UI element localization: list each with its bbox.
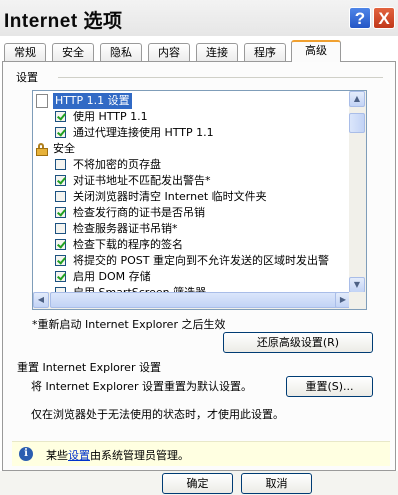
- tab-strip: 常规 安全 隐私 内容 连接 程序 高级: [0, 40, 398, 62]
- list-item-label: 启用 DOM 存储: [73, 270, 151, 283]
- tab-security[interactable]: 安全: [52, 43, 94, 61]
- checkbox[interactable]: [55, 127, 66, 138]
- scroll-left-icon[interactable]: ◀: [33, 292, 49, 308]
- checkbox[interactable]: [55, 111, 66, 122]
- list-item-label: 使用 HTTP 1.1: [73, 110, 148, 123]
- list-item[interactable]: 通过代理连接使用 HTTP 1.1: [33, 125, 349, 141]
- list-item-label: 将提交的 POST 重定向到不允许发送的区域时发出警: [73, 254, 329, 267]
- vertical-scrollbar[interactable]: ▲ ▼: [349, 91, 366, 293]
- checkbox[interactable]: [55, 159, 66, 170]
- title-bar: Internet 选项 ? X: [0, 0, 398, 36]
- settings-tree[interactable]: HTTP 1.1 设置 使用 HTTP 1.1 通过代理连接使用 HTTP 1.…: [32, 90, 367, 310]
- tree-header-http[interactable]: HTTP 1.1 设置: [33, 93, 349, 109]
- list-item[interactable]: 不将加密的页存盘: [33, 157, 349, 173]
- settings-group-label: 设置: [16, 69, 42, 85]
- list-item-label: 检查下载的程序的签名: [73, 238, 183, 251]
- checkbox[interactable]: [55, 255, 66, 266]
- tab-programs[interactable]: 程序: [244, 43, 286, 61]
- tree-header-security[interactable]: 安全: [33, 141, 349, 157]
- horizontal-scroll-thumb[interactable]: [50, 292, 340, 308]
- reset-heading: 重置 Internet Explorer 设置: [17, 361, 161, 374]
- list-item[interactable]: 对证书地址不匹配发出警告*: [33, 173, 349, 189]
- list-item-label: 关闭浏览器时清空 Internet 临时文件夹: [73, 190, 267, 203]
- vertical-scroll-thumb[interactable]: [349, 113, 365, 133]
- cancel-button[interactable]: 取消: [241, 473, 312, 494]
- info-bar: i 某些设置由系统管理员管理。: [12, 441, 390, 466]
- checkbox[interactable]: [55, 271, 66, 282]
- list-item[interactable]: 检查下载的程序的签名: [33, 237, 349, 253]
- settings-link[interactable]: 设置: [68, 449, 90, 462]
- info-prefix: 某些: [46, 449, 68, 462]
- list-item[interactable]: 检查服务器证书吊销*: [33, 221, 349, 237]
- tab-privacy[interactable]: 隐私: [100, 43, 142, 61]
- checkbox[interactable]: [55, 223, 66, 234]
- list-item-label: 检查发行商的证书是否吊销: [73, 206, 205, 219]
- close-button[interactable]: X: [373, 7, 395, 29]
- list-item[interactable]: 启用 DOM 存储: [33, 269, 349, 285]
- tree-header-label: 安全: [53, 142, 75, 155]
- tab-connections[interactable]: 连接: [196, 43, 238, 61]
- list-item-label: 不将加密的页存盘: [73, 158, 161, 171]
- info-text: 某些设置由系统管理员管理。: [46, 447, 189, 463]
- restart-note: *重新启动 Internet Explorer 之后生效: [32, 318, 226, 331]
- scroll-up-icon[interactable]: ▲: [349, 91, 365, 107]
- restore-advanced-button[interactable]: 还原高级设置(R): [223, 332, 373, 353]
- list-item[interactable]: 关闭浏览器时清空 Internet 临时文件夹: [33, 189, 349, 205]
- info-suffix: 由系统管理员管理。: [90, 449, 189, 462]
- horizontal-scrollbar[interactable]: ◀ ▶: [33, 292, 351, 309]
- ok-button[interactable]: 确定: [162, 473, 233, 494]
- tab-content[interactable]: 内容: [148, 43, 190, 61]
- checkbox[interactable]: [55, 191, 66, 202]
- button-bar: 确定 取消: [0, 471, 398, 495]
- group-divider: [58, 77, 383, 78]
- tree-header-label: HTTP 1.1 设置: [53, 93, 132, 109]
- lock-icon: [36, 143, 48, 156]
- page-icon: [36, 94, 48, 108]
- info-icon: i: [19, 447, 33, 461]
- list-item[interactable]: 使用 HTTP 1.1: [33, 109, 349, 125]
- list-item-label: 对证书地址不匹配发出警告*: [73, 174, 211, 187]
- help-button[interactable]: ?: [349, 7, 371, 29]
- tab-advanced[interactable]: 高级: [291, 40, 341, 62]
- list-item-label: 检查服务器证书吊销*: [73, 222, 178, 235]
- list-item[interactable]: 将提交的 POST 重定向到不允许发送的区域时发出警: [33, 253, 349, 269]
- scroll-down-icon[interactable]: ▼: [349, 277, 365, 293]
- scroll-corner: [349, 292, 366, 309]
- list-item-label: 通过代理连接使用 HTTP 1.1: [73, 126, 214, 139]
- window-title: Internet 选项: [4, 11, 123, 32]
- checkbox[interactable]: [55, 239, 66, 250]
- reset-warning: 仅在浏览器处于无法使用的状态时，才使用此设置。: [31, 408, 284, 421]
- checkbox[interactable]: [55, 175, 66, 186]
- reset-button[interactable]: 重置(S)...: [286, 376, 373, 397]
- list-item[interactable]: 检查发行商的证书是否吊销: [33, 205, 349, 221]
- reset-description: 将 Internet Explorer 设置重置为默认设置。: [31, 380, 252, 393]
- tab-general[interactable]: 常规: [4, 43, 46, 61]
- checkbox[interactable]: [55, 207, 66, 218]
